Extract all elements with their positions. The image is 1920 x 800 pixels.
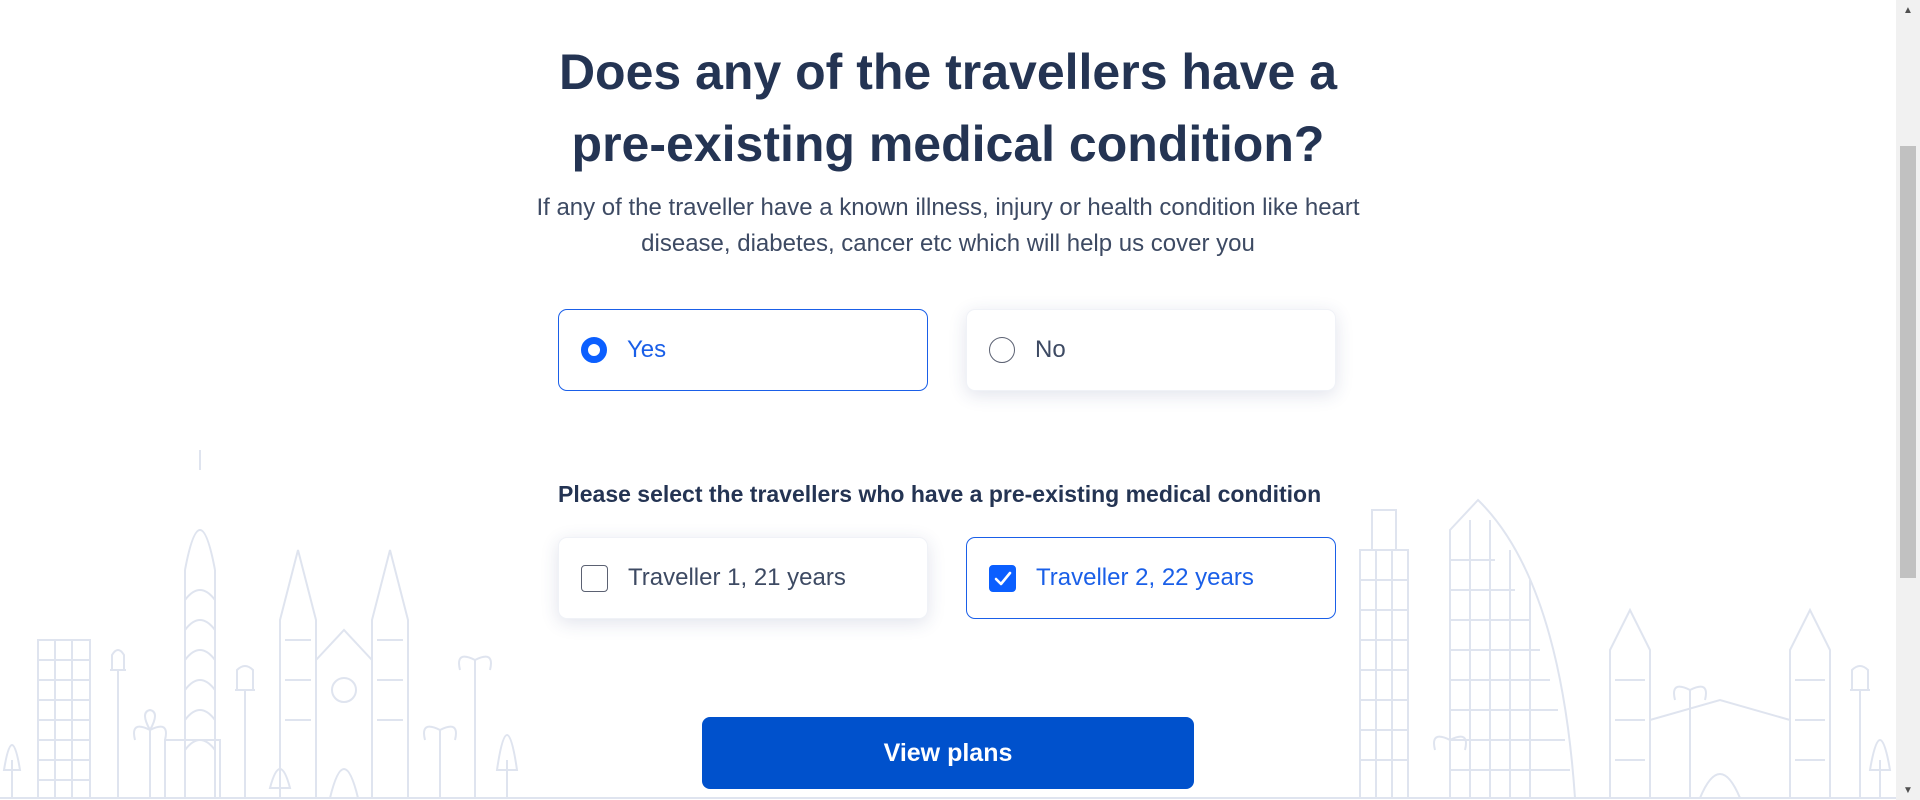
radio-selected-icon[interactable] — [581, 337, 607, 363]
traveller-1-option[interactable]: Traveller 1, 21 years — [558, 537, 928, 619]
checkmark-icon — [994, 571, 1011, 585]
checkbox-checked-icon[interactable] — [989, 564, 1016, 592]
scroll-thumb[interactable] — [1900, 146, 1916, 578]
radio-unselected-icon[interactable] — [989, 337, 1015, 363]
option-yes[interactable]: Yes — [558, 309, 928, 391]
vertical-scrollbar[interactable]: ▲ ▼ — [1896, 0, 1920, 800]
traveller-1-label: Traveller 1, 21 years — [628, 564, 846, 591]
travellers-section-label: Please select the travellers who have a … — [558, 481, 1322, 507]
traveller-2-option[interactable]: Traveller 2, 22 years — [966, 537, 1336, 619]
option-no[interactable]: No — [966, 309, 1336, 391]
checkbox-unchecked-icon[interactable] — [581, 564, 608, 592]
page-title: Does any of the travellers have a pre-ex… — [558, 44, 1338, 172]
option-yes-label: Yes — [627, 336, 667, 363]
scroll-down-arrow-icon[interactable]: ▼ — [1896, 780, 1920, 800]
traveller-2-label: Traveller 2, 22 years — [1036, 564, 1254, 591]
page-subtitle: If any of the traveller have a known ill… — [536, 194, 1360, 257]
option-no-label: No — [1035, 336, 1066, 363]
page: Does any of the travellers have a pre-ex… — [0, 0, 1920, 800]
view-plans-button[interactable]: View plans — [702, 717, 1194, 789]
scroll-up-arrow-icon[interactable]: ▲ — [1896, 0, 1920, 20]
